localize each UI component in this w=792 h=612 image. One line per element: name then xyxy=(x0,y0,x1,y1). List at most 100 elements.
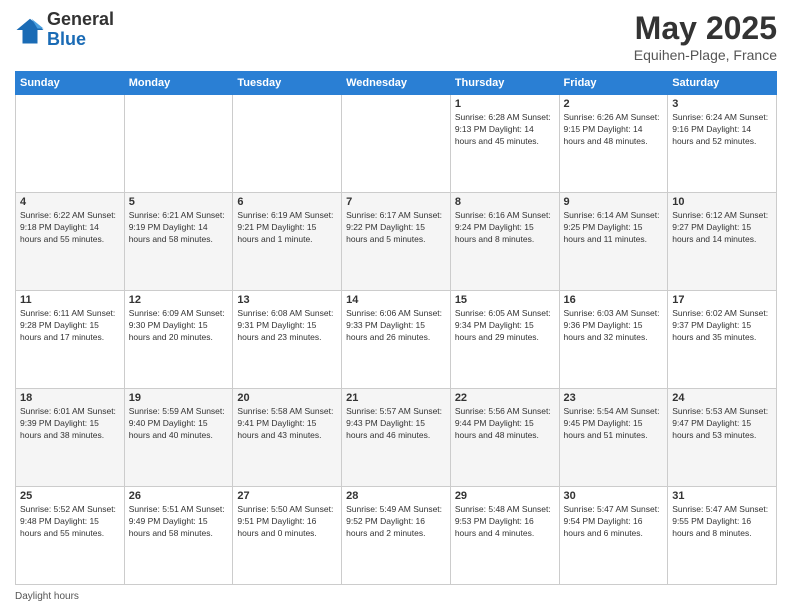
week-row: 18Sunrise: 6:01 AM Sunset: 9:39 PM Dayli… xyxy=(16,389,777,487)
calendar-cell: 26 Sunrise: 5:51 AM Sunset: 9:49 PM Dayli… xyxy=(124,487,233,585)
logo-blue: Blue xyxy=(47,30,114,50)
title-section: May 2025 Equihen-Plage, France xyxy=(634,10,777,63)
calendar-cell: 5 Sunrise: 6:21 AM Sunset: 9:19 PM Daylig… xyxy=(124,193,233,291)
calendar-cell: 3Sunrise: 6:24 AM Sunset: 9:16 PM Daylig… xyxy=(668,95,777,193)
day-info: Sunrise: 5:53 AM Sunset: 9:47 PM Dayligh… xyxy=(672,406,772,442)
calendar-body: 1 Sunrise: 6:28 AM Sunset: 9:13 PM Daylig… xyxy=(16,95,777,585)
calendar-cell xyxy=(16,95,125,193)
day-info: Sunrise: 6:14 AM Sunset: 9:25 PM Dayligh… xyxy=(564,210,664,246)
day-number: 24 xyxy=(672,392,772,404)
day-info: Sunrise: 6:06 AM Sunset: 9:33 PM Dayligh… xyxy=(346,308,446,344)
day-number: 31 xyxy=(672,490,772,502)
day-number: 14 xyxy=(346,294,446,306)
calendar-cell: 15 Sunrise: 6:05 AM Sunset: 9:34 PM Dayli… xyxy=(450,291,559,389)
day-number: 13 xyxy=(237,294,337,306)
day-info: Sunrise: 6:02 AM Sunset: 9:37 PM Dayligh… xyxy=(672,308,772,344)
day-number: 10 xyxy=(672,196,772,208)
calendar-cell xyxy=(342,95,451,193)
calendar-cell: 16 Sunrise: 6:03 AM Sunset: 9:36 PM Dayli… xyxy=(559,291,668,389)
calendar-cell: 9Sunrise: 6:14 AM Sunset: 9:25 PM Daylig… xyxy=(559,193,668,291)
day-info: Sunrise: 5:47 AM Sunset: 9:55 PM Dayligh… xyxy=(672,504,772,540)
logo: General Blue xyxy=(15,10,114,50)
day-number: 21 xyxy=(346,392,446,404)
day-info: Sunrise: 5:59 AM Sunset: 9:40 PM Dayligh… xyxy=(129,406,229,442)
header-day-wednesday: Wednesday xyxy=(342,72,451,95)
calendar-cell: 7 Sunrise: 6:17 AM Sunset: 9:22 PM Daylig… xyxy=(342,193,451,291)
calendar-header: SundayMondayTuesdayWednesdayThursdayFrid… xyxy=(16,72,777,95)
day-info: Sunrise: 6:22 AM Sunset: 9:18 PM Dayligh… xyxy=(20,210,120,246)
day-info: Sunrise: 5:50 AM Sunset: 9:51 PM Dayligh… xyxy=(237,504,337,540)
day-info: Sunrise: 5:47 AM Sunset: 9:54 PM Dayligh… xyxy=(564,504,664,540)
calendar-cell xyxy=(233,95,342,193)
month-title: May 2025 xyxy=(634,10,777,47)
week-row: 11Sunrise: 6:11 AM Sunset: 9:28 PM Dayli… xyxy=(16,291,777,389)
day-number: 12 xyxy=(129,294,229,306)
calendar-cell: 12Sunrise: 6:09 AM Sunset: 9:30 PM Dayli… xyxy=(124,291,233,389)
header-row: SundayMondayTuesdayWednesdayThursdayFrid… xyxy=(16,72,777,95)
day-info: Sunrise: 5:52 AM Sunset: 9:48 PM Dayligh… xyxy=(20,504,120,540)
calendar-cell: 21 Sunrise: 5:57 AM Sunset: 9:43 PM Dayli… xyxy=(342,389,451,487)
day-number: 25 xyxy=(20,490,120,502)
logo-general: General xyxy=(47,10,114,30)
calendar-cell: 13 Sunrise: 6:08 AM Sunset: 9:31 PM Dayli… xyxy=(233,291,342,389)
calendar-cell: 27Sunrise: 5:50 AM Sunset: 9:51 PM Dayli… xyxy=(233,487,342,585)
header: General Blue May 2025 Equihen-Plage, Fra… xyxy=(15,10,777,63)
calendar-cell: 29Sunrise: 5:48 AM Sunset: 9:53 PM Dayli… xyxy=(450,487,559,585)
day-number: 7 xyxy=(346,196,446,208)
calendar-cell: 6Sunrise: 6:19 AM Sunset: 9:21 PM Daylig… xyxy=(233,193,342,291)
calendar-cell xyxy=(124,95,233,193)
day-info: Sunrise: 6:03 AM Sunset: 9:36 PM Dayligh… xyxy=(564,308,664,344)
day-number: 28 xyxy=(346,490,446,502)
header-day-monday: Monday xyxy=(124,72,233,95)
footer-label: Daylight hours xyxy=(15,591,79,602)
day-number: 16 xyxy=(564,294,664,306)
day-info: Sunrise: 5:56 AM Sunset: 9:44 PM Dayligh… xyxy=(455,406,555,442)
day-number: 15 xyxy=(455,294,555,306)
calendar-cell: 31 Sunrise: 5:47 AM Sunset: 9:55 PM Dayli… xyxy=(668,487,777,585)
day-number: 8 xyxy=(455,196,555,208)
calendar-cell: 17Sunrise: 6:02 AM Sunset: 9:37 PM Dayli… xyxy=(668,291,777,389)
header-day-friday: Friday xyxy=(559,72,668,95)
logo-icon xyxy=(15,15,45,45)
day-info: Sunrise: 5:51 AM Sunset: 9:49 PM Dayligh… xyxy=(129,504,229,540)
calendar-cell: 10 Sunrise: 6:12 AM Sunset: 9:27 PM Dayli… xyxy=(668,193,777,291)
day-info: Sunrise: 6:01 AM Sunset: 9:39 PM Dayligh… xyxy=(20,406,120,442)
day-info: Sunrise: 5:57 AM Sunset: 9:43 PM Dayligh… xyxy=(346,406,446,442)
day-info: Sunrise: 6:16 AM Sunset: 9:24 PM Dayligh… xyxy=(455,210,555,246)
day-info: Sunrise: 6:28 AM Sunset: 9:13 PM Dayligh… xyxy=(455,112,555,148)
calendar-cell: 4Sunrise: 6:22 AM Sunset: 9:18 PM Daylig… xyxy=(16,193,125,291)
calendar-cell: 18Sunrise: 6:01 AM Sunset: 9:39 PM Dayli… xyxy=(16,389,125,487)
day-info: Sunrise: 6:05 AM Sunset: 9:34 PM Dayligh… xyxy=(455,308,555,344)
header-day-saturday: Saturday xyxy=(668,72,777,95)
calendar-cell: 19 Sunrise: 5:59 AM Sunset: 9:40 PM Dayli… xyxy=(124,389,233,487)
day-info: Sunrise: 5:58 AM Sunset: 9:41 PM Dayligh… xyxy=(237,406,337,442)
day-info: Sunrise: 5:54 AM Sunset: 9:45 PM Dayligh… xyxy=(564,406,664,442)
day-number: 5 xyxy=(129,196,229,208)
week-row: 4Sunrise: 6:22 AM Sunset: 9:18 PM Daylig… xyxy=(16,193,777,291)
day-number: 23 xyxy=(564,392,664,404)
day-info: Sunrise: 6:21 AM Sunset: 9:19 PM Dayligh… xyxy=(129,210,229,246)
day-info: Sunrise: 6:17 AM Sunset: 9:22 PM Dayligh… xyxy=(346,210,446,246)
header-day-sunday: Sunday xyxy=(16,72,125,95)
day-info: Sunrise: 6:12 AM Sunset: 9:27 PM Dayligh… xyxy=(672,210,772,246)
calendar-cell: 1 Sunrise: 6:28 AM Sunset: 9:13 PM Daylig… xyxy=(450,95,559,193)
calendar-cell: 20 Sunrise: 5:58 AM Sunset: 9:41 PM Dayli… xyxy=(233,389,342,487)
calendar-cell: 28 Sunrise: 5:49 AM Sunset: 9:52 PM Dayli… xyxy=(342,487,451,585)
day-number: 26 xyxy=(129,490,229,502)
day-info: Sunrise: 5:49 AM Sunset: 9:52 PM Dayligh… xyxy=(346,504,446,540)
header-day-tuesday: Tuesday xyxy=(233,72,342,95)
calendar-cell: 30Sunrise: 5:47 AM Sunset: 9:54 PM Dayli… xyxy=(559,487,668,585)
calendar: SundayMondayTuesdayWednesdayThursdayFrid… xyxy=(15,71,777,585)
header-day-thursday: Thursday xyxy=(450,72,559,95)
calendar-cell: 8 Sunrise: 6:16 AM Sunset: 9:24 PM Daylig… xyxy=(450,193,559,291)
day-info: Sunrise: 6:08 AM Sunset: 9:31 PM Dayligh… xyxy=(237,308,337,344)
logo-text: General Blue xyxy=(47,10,114,50)
location: Equihen-Plage, France xyxy=(634,47,777,63)
day-number: 1 xyxy=(455,98,555,110)
day-number: 19 xyxy=(129,392,229,404)
day-info: Sunrise: 5:48 AM Sunset: 9:53 PM Dayligh… xyxy=(455,504,555,540)
day-number: 11 xyxy=(20,294,120,306)
calendar-cell: 2Sunrise: 6:26 AM Sunset: 9:15 PM Daylig… xyxy=(559,95,668,193)
day-number: 20 xyxy=(237,392,337,404)
week-row: 1 Sunrise: 6:28 AM Sunset: 9:13 PM Daylig… xyxy=(16,95,777,193)
